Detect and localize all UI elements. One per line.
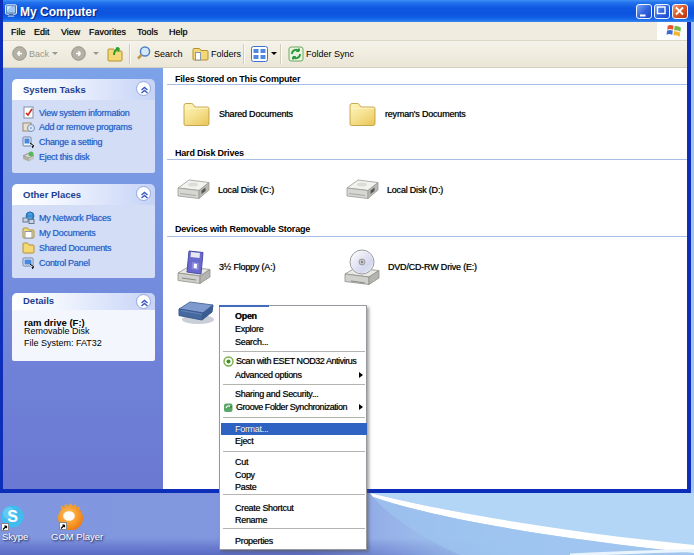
svg-text:S: S	[7, 508, 18, 525]
